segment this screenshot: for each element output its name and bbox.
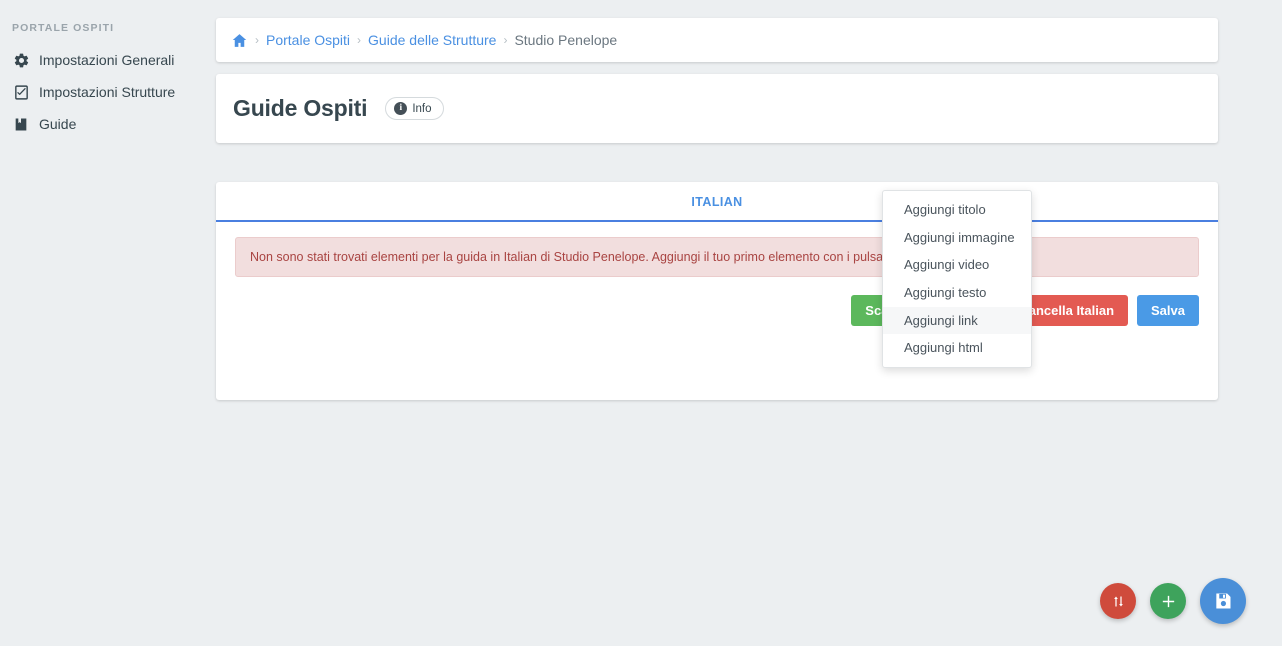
page-title: Guide Ospiti xyxy=(233,95,367,122)
save-button[interactable]: Salva xyxy=(1137,295,1199,326)
breadcrumb-separator: › xyxy=(357,33,361,47)
dropdown-item-aggiungi-video[interactable]: Aggiungi video xyxy=(883,251,1031,279)
dropdown-item-aggiungi-testo[interactable]: Aggiungi testo xyxy=(883,279,1031,307)
main-content: › Portale Ospiti › Guide delle Strutture… xyxy=(205,0,1282,646)
save-fab-button[interactable] xyxy=(1200,578,1246,624)
info-badge-label: Info xyxy=(412,103,431,115)
sidebar-heading: PORTALE OSPITI xyxy=(0,22,205,44)
breadcrumb-separator: › xyxy=(503,33,507,47)
sidebar-item-label: Guide xyxy=(39,117,76,131)
dropdown-item-aggiungi-titolo[interactable]: Aggiungi titolo xyxy=(883,196,1031,224)
tab-active-indicator xyxy=(216,220,1218,222)
tab-italian-label: ITALIAN xyxy=(691,195,742,209)
reorder-fab-button[interactable] xyxy=(1100,583,1136,619)
sort-arrows-icon xyxy=(1111,594,1126,609)
checkbox-building-icon xyxy=(12,83,30,101)
add-element-dropdown-menu[interactable]: Aggiungi titolo Aggiungi immagine Aggiun… xyxy=(882,190,1032,368)
dropdown-item-aggiungi-html[interactable]: Aggiungi html xyxy=(883,334,1031,362)
dropdown-item-aggiungi-immagine[interactable]: Aggiungi immagine xyxy=(883,224,1031,252)
breadcrumb-card: › Portale Ospiti › Guide delle Strutture… xyxy=(216,18,1218,62)
sidebar-item-impostazioni-generali[interactable]: Impostazioni Generali xyxy=(0,44,205,76)
sidebar-item-label: Impostazioni Strutture xyxy=(39,85,175,99)
add-fab-button[interactable] xyxy=(1150,583,1186,619)
breadcrumb: › Portale Ospiti › Guide delle Strutture… xyxy=(231,32,617,49)
empty-elements-alert: Non sono stati trovati elementi per la g… xyxy=(235,237,1199,277)
breadcrumb-item-portale-ospiti[interactable]: Portale Ospiti xyxy=(266,32,350,48)
floating-action-buttons xyxy=(1100,578,1246,624)
info-icon: i xyxy=(394,102,407,115)
page-title-card: Guide Ospiti i Info xyxy=(216,74,1218,143)
sidebar: PORTALE OSPITI Impostazioni Generali Imp… xyxy=(0,0,205,646)
breadcrumb-item-current: Studio Penelope xyxy=(514,32,617,48)
book-icon xyxy=(12,115,30,133)
breadcrumb-separator: › xyxy=(255,33,259,47)
breadcrumb-item-guide-delle-strutture[interactable]: Guide delle Strutture xyxy=(368,32,496,48)
guide-content-card: ITALIAN Non sono stati trovati elementi … xyxy=(216,182,1218,400)
sidebar-item-impostazioni-strutture[interactable]: Impostazioni Strutture xyxy=(0,76,205,108)
language-tabs: ITALIAN xyxy=(216,182,1218,222)
info-badge-button[interactable]: i Info xyxy=(385,97,443,120)
floppy-disk-icon xyxy=(1213,591,1233,611)
sidebar-item-label: Impostazioni Generali xyxy=(39,53,174,67)
home-icon[interactable] xyxy=(231,32,248,49)
plus-icon xyxy=(1160,593,1177,610)
tab-italian[interactable]: ITALIAN xyxy=(216,182,1218,222)
gear-icon xyxy=(12,51,30,69)
sidebar-item-guide[interactable]: Guide xyxy=(0,108,205,140)
dropdown-item-aggiungi-link[interactable]: Aggiungi link xyxy=(883,307,1031,335)
